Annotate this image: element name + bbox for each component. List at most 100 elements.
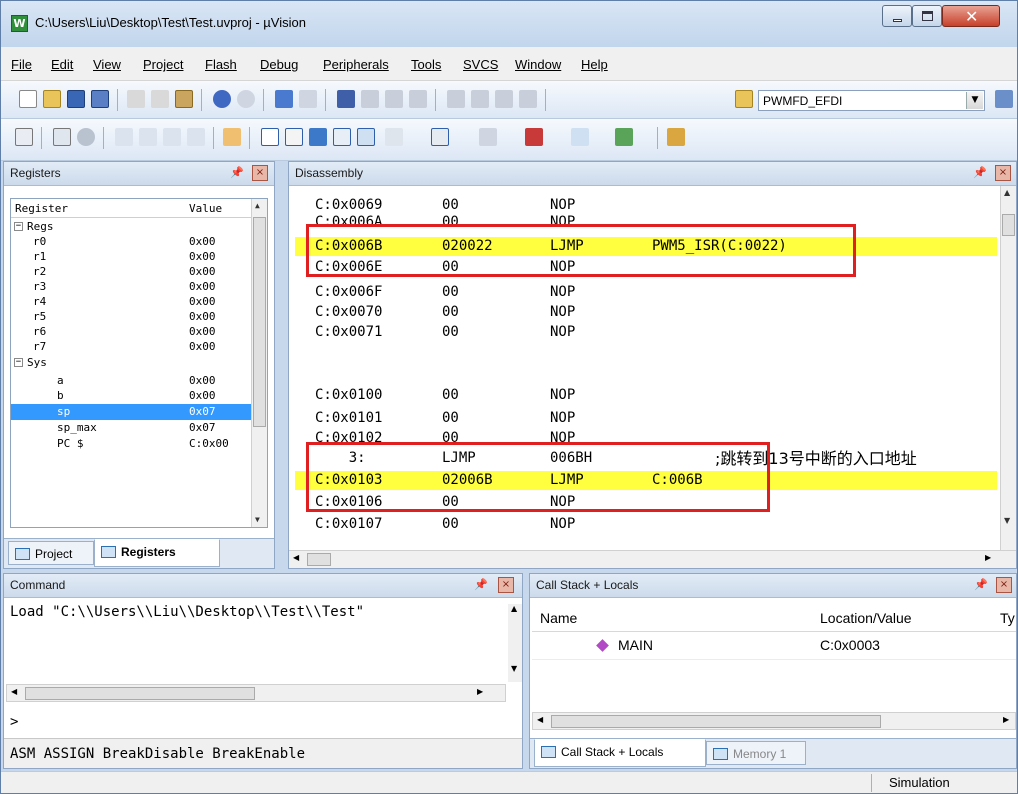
register-value[interactable]: C:0x00	[189, 437, 229, 450]
tab-registers[interactable]: Registers	[94, 539, 220, 567]
menu-project[interactable]: Project	[143, 57, 183, 72]
serial-window-icon[interactable]	[479, 128, 497, 146]
register-row[interactable]: r6 0x00	[11, 324, 252, 340]
scrollbar-thumb[interactable]	[253, 217, 266, 427]
scroll-right-icon[interactable]: ▶	[1003, 715, 1009, 724]
pin-icon[interactable]: 📌	[973, 166, 987, 179]
save-icon[interactable]	[67, 90, 85, 108]
register-row-selected[interactable]: sp 0x07	[11, 404, 252, 420]
run-icon[interactable]	[53, 128, 71, 146]
scroll-up-icon[interactable]: ▲	[1004, 188, 1010, 197]
register-value[interactable]: 0x00	[189, 250, 216, 263]
redo-icon[interactable]	[237, 90, 255, 108]
menu-peripherals[interactable]: Peripherals	[323, 57, 389, 72]
run-to-cursor-icon[interactable]	[187, 128, 205, 146]
menu-view[interactable]: View	[93, 57, 121, 72]
register-value[interactable]: 0x00	[189, 325, 216, 338]
scroll-down-icon[interactable]: ▼	[511, 664, 517, 673]
disasm-line[interactable]: C:0x0107 00 NOP	[295, 515, 997, 534]
register-value[interactable]: 0x00	[189, 235, 216, 248]
symbols-window-icon[interactable]	[309, 128, 327, 146]
scroll-right-icon[interactable]: ▶	[477, 687, 483, 696]
tree-group-sys[interactable]: − Sys	[11, 355, 252, 371]
collapse-icon[interactable]: −	[14, 222, 23, 231]
copy-icon[interactable]	[151, 90, 169, 108]
stop-icon[interactable]	[77, 128, 95, 146]
register-row[interactable]: r7 0x00	[11, 339, 252, 355]
scroll-left-icon[interactable]: ◀	[537, 715, 543, 724]
unindent-icon[interactable]	[471, 90, 489, 108]
close-icon[interactable]: ×	[995, 165, 1011, 181]
uncomment-icon[interactable]	[519, 90, 537, 108]
scroll-down-icon[interactable]: ▼	[255, 515, 260, 524]
callstack-row[interactable]: MAIN C:0x0003	[532, 632, 1016, 660]
disassembly-hscrollbar[interactable]: ◀ ▶	[289, 550, 1016, 568]
scroll-up-icon[interactable]: ▲	[511, 604, 517, 613]
memory-window-icon[interactable]	[431, 128, 449, 146]
analysis-window-icon[interactable]	[525, 128, 543, 146]
maximize-button[interactable]	[912, 5, 942, 27]
column-type[interactable]: Ty	[1000, 610, 1015, 626]
scrollbar-thumb[interactable]	[551, 715, 881, 728]
prev-bookmark-icon[interactable]	[361, 90, 379, 108]
register-value[interactable]: 0x00	[189, 340, 216, 353]
close-icon[interactable]: ×	[498, 577, 514, 593]
register-value[interactable]: 0x00	[189, 295, 216, 308]
command-hscrollbar[interactable]: ◀ ▶	[6, 684, 506, 702]
navigate-forward-icon[interactable]	[299, 90, 317, 108]
register-row[interactable]: b 0x00	[11, 388, 252, 404]
step-out-icon[interactable]	[163, 128, 181, 146]
pin-icon[interactable]: 📌	[974, 578, 988, 591]
menu-flash[interactable]: Flash	[205, 57, 237, 72]
show-next-statement-icon[interactable]	[223, 128, 241, 146]
register-row[interactable]: r1 0x00	[11, 249, 252, 265]
command-window-icon[interactable]	[261, 128, 279, 146]
pin-icon[interactable]: 📌	[230, 166, 244, 179]
command-input[interactable]: >	[10, 714, 18, 730]
menu-file[interactable]: File	[11, 57, 32, 72]
next-bookmark-icon[interactable]	[385, 90, 403, 108]
command-vscrollbar[interactable]: ▲ ▼	[508, 604, 522, 682]
scroll-up-icon[interactable]: ▲	[255, 201, 260, 210]
tab-memory-1[interactable]: Memory 1	[706, 741, 806, 765]
scroll-right-icon[interactable]: ▶	[985, 553, 991, 562]
scroll-left-icon[interactable]: ◀	[11, 687, 17, 696]
registers-window-icon[interactable]	[333, 128, 351, 146]
new-file-icon[interactable]	[19, 90, 37, 108]
scrollbar-thumb[interactable]	[307, 553, 331, 566]
disasm-line[interactable]: C:0x0101 00 NOP	[295, 409, 997, 428]
close-icon[interactable]: ×	[996, 577, 1012, 593]
system-viewer-icon[interactable]	[615, 128, 633, 146]
register-value[interactable]: 0x07	[189, 421, 216, 434]
register-row[interactable]: PC $ C:0x00	[11, 436, 252, 452]
clear-bookmarks-icon[interactable]	[409, 90, 427, 108]
pin-icon[interactable]: 📌	[474, 578, 488, 591]
column-location[interactable]: Location/Value	[820, 610, 912, 626]
navigate-back-icon[interactable]	[275, 90, 293, 108]
column-name[interactable]: Name	[540, 610, 577, 626]
trace-window-icon[interactable]	[571, 128, 589, 146]
disasm-line[interactable]: C:0x0071 00 NOP	[295, 323, 997, 342]
close-button[interactable]: ✕	[942, 5, 1000, 27]
paste-icon[interactable]	[175, 90, 193, 108]
tab-call-stack[interactable]: Call Stack + Locals	[534, 739, 706, 767]
disasm-line[interactable]: C:0x0100 00 NOP	[295, 386, 997, 405]
step-into-icon[interactable]	[115, 128, 133, 146]
scrollbar-thumb[interactable]	[25, 687, 255, 700]
register-row[interactable]: r3 0x00	[11, 279, 252, 295]
callstack-hscrollbar[interactable]: ◀ ▶	[532, 712, 1016, 730]
minimize-button[interactable]	[882, 5, 912, 27]
scrollbar-thumb[interactable]	[1002, 214, 1015, 236]
save-all-icon[interactable]	[91, 90, 109, 108]
disassembly-scrollbar[interactable]: ▲ ▼	[1000, 186, 1016, 552]
indent-icon[interactable]	[447, 90, 465, 108]
tree-group-regs[interactable]: − Regs	[11, 219, 252, 235]
column-register[interactable]: Register	[15, 202, 68, 215]
register-row[interactable]: r4 0x00	[11, 294, 252, 310]
scroll-down-icon[interactable]: ▼	[1004, 516, 1010, 525]
toolbox-icon[interactable]	[667, 128, 685, 146]
register-row[interactable]: a 0x00	[11, 373, 252, 389]
register-row[interactable]: sp_max 0x07	[11, 420, 252, 436]
close-icon[interactable]: ×	[252, 165, 268, 181]
step-over-icon[interactable]	[139, 128, 157, 146]
